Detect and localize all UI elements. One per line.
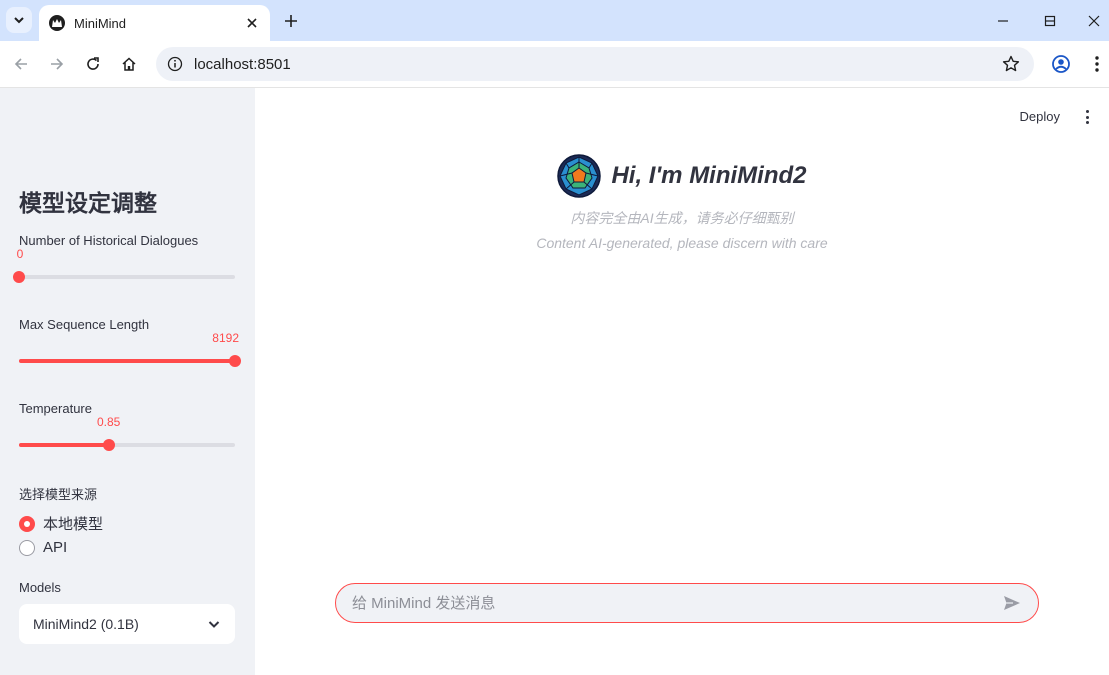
- site-info-icon[interactable]: [166, 55, 184, 73]
- minimind-favicon-icon: [49, 15, 65, 31]
- tab-search-button[interactable]: [6, 7, 32, 33]
- back-arrow-icon[interactable]: [9, 52, 33, 76]
- chat-input[interactable]: [352, 594, 1002, 612]
- chevron-down-icon: [14, 17, 24, 24]
- max-sequence-length-slider[interactable]: 8192: [19, 331, 241, 369]
- browser-tab-bar: MiniMind: [0, 0, 1109, 41]
- tab-title: MiniMind: [74, 15, 127, 31]
- disclaimer-en: Content AI-generated, please discern wit…: [536, 235, 828, 251]
- models-label: Models: [19, 580, 61, 595]
- main-content: Deploy Hi, I'm MiniMind2 内容完全由AI生成，请务必仔细…: [255, 88, 1109, 675]
- radio-selected-icon: [19, 515, 35, 532]
- close-window-icon[interactable]: [1081, 8, 1107, 34]
- address-bar[interactable]: localhost:8501: [156, 47, 1034, 81]
- deploy-button[interactable]: Deploy: [1020, 109, 1060, 124]
- history-dialogues-slider[interactable]: 0: [13, 247, 235, 285]
- url-text: localhost:8501: [194, 55, 291, 73]
- hero-header: Hi, I'm MiniMind2: [255, 154, 1109, 198]
- chat-input-box: [335, 583, 1039, 623]
- slider-thumb[interactable]: [102, 439, 115, 451]
- radio-label: API: [43, 539, 68, 556]
- radio-local-model[interactable]: 本地模型: [19, 513, 103, 534]
- disclaimer-cn: 内容完全由AI生成，请务必仔细甄别: [570, 210, 794, 226]
- sidebar: 模型设定调整 Number of Historical Dialogues 0 …: [0, 88, 255, 675]
- slider-thumb[interactable]: [229, 355, 241, 367]
- sidebar-title: 模型设定调整: [19, 190, 157, 216]
- home-icon[interactable]: [117, 52, 141, 76]
- page-title: Hi, I'm MiniMind2: [611, 162, 807, 189]
- slider-value: 0: [16, 247, 24, 261]
- minimize-window-icon[interactable]: [990, 8, 1016, 34]
- slider-value: 0.85: [96, 415, 121, 429]
- chevron-down-icon: [208, 621, 220, 628]
- temperature-label: Temperature: [19, 401, 92, 416]
- close-tab-icon[interactable]: [244, 15, 260, 31]
- maximize-window-icon[interactable]: [1037, 8, 1063, 34]
- browser-menu-icon[interactable]: [1085, 52, 1109, 76]
- browser-tab[interactable]: MiniMind: [39, 5, 270, 41]
- app-menu-icon[interactable]: [1081, 108, 1093, 126]
- slider-track: [19, 275, 235, 279]
- send-icon[interactable]: [1002, 593, 1022, 613]
- bookmark-star-icon[interactable]: [1002, 55, 1020, 73]
- radio-label: 本地模型: [43, 516, 104, 533]
- forward-arrow-icon[interactable]: [45, 52, 69, 76]
- models-select[interactable]: MiniMind2 (0.1B): [19, 604, 235, 644]
- radio-api[interactable]: API: [19, 539, 67, 556]
- slider-value: 8192: [212, 331, 240, 345]
- slider-thumb[interactable]: [13, 271, 25, 283]
- max-sequence-length-label: Max Sequence Length: [19, 317, 150, 332]
- model-source-label: 选择模型来源: [19, 487, 98, 502]
- browser-toolbar: localhost:8501: [0, 41, 1109, 88]
- profile-icon[interactable]: [1049, 52, 1073, 76]
- radio-unselected-icon: [19, 539, 35, 556]
- slider-fill: [19, 443, 109, 447]
- models-selected-value: MiniMind2 (0.1B): [33, 616, 139, 632]
- minimind-logo-icon: [557, 154, 602, 198]
- temperature-slider[interactable]: 0.85: [19, 415, 235, 453]
- new-tab-icon[interactable]: [280, 10, 302, 32]
- reload-icon[interactable]: [81, 52, 105, 76]
- slider-fill: [19, 359, 235, 363]
- history-dialogues-label: Number of Historical Dialogues: [19, 233, 199, 248]
